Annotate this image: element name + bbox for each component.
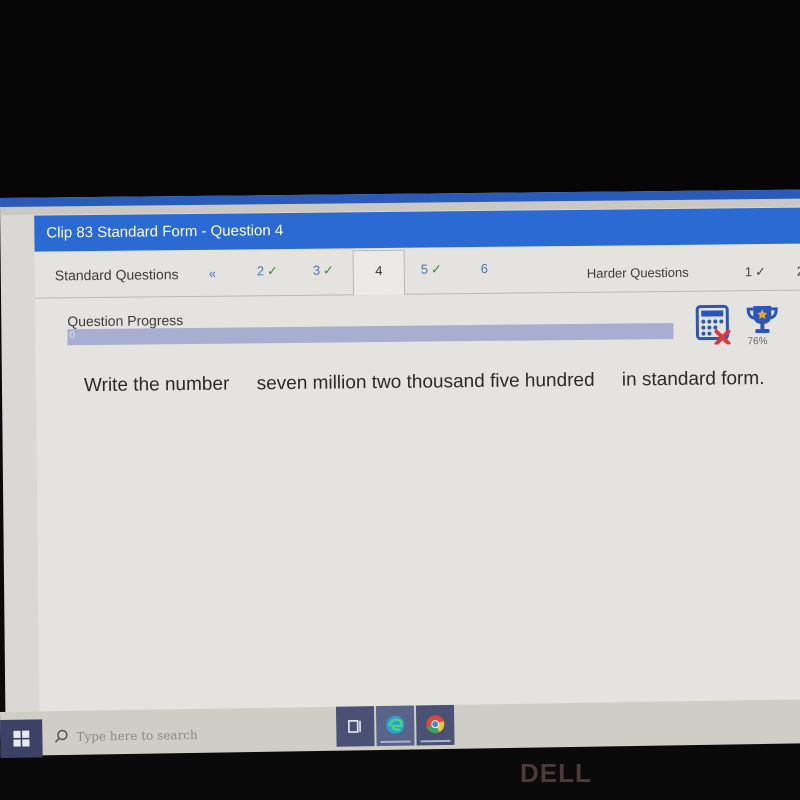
score-percentage: 76% — [747, 335, 768, 348]
active-indicator — [420, 739, 451, 743]
tab-number: 5 — [420, 261, 429, 277]
tab-standard-2[interactable]: 2 ✓ — [257, 263, 278, 279]
tab-number: 2 — [256, 263, 265, 279]
question-tabs: Standard Questions « 2 ✓ 3 ✓ 4 5 ✓ 6 Harder… — [34, 243, 800, 299]
prev-tabs-button[interactable]: « — [209, 266, 216, 281]
question-progress-label: Question Progress — [67, 312, 184, 330]
check-icon: ✓ — [754, 263, 767, 280]
edge-taskbar-button[interactable] — [375, 705, 415, 747]
edge-icon — [386, 715, 405, 734]
task-view-button[interactable] — [335, 706, 375, 747]
search-placeholder: Type here to search — [76, 727, 198, 744]
standard-questions-label: Standard Questions — [54, 266, 179, 284]
chrome-taskbar-button[interactable] — [415, 704, 455, 746]
tab-standard-5[interactable]: 5 ✓ — [421, 261, 442, 277]
dell-logo: DELL — [520, 758, 592, 788]
question-text: Write the number seven million two thous… — [84, 368, 787, 397]
start-button[interactable] — [0, 719, 43, 758]
screen: Clip 83 Standard Form - Question 4 Stand… — [0, 189, 800, 750]
taskbar-search-box[interactable]: Type here to search — [42, 715, 343, 758]
question-prefix: Write the number — [83, 373, 230, 397]
tab-standard-3[interactable]: 3 ✓ — [313, 263, 334, 279]
question-window: Clip 83 Standard Form - Question 4 Stand… — [34, 207, 800, 716]
check-icon: ✓ — [266, 263, 278, 279]
tab-number: 1 — [744, 264, 753, 280]
calculator-disabled-icon[interactable] — [695, 304, 731, 345]
search-icon — [54, 729, 68, 743]
check-icon: ✓ — [322, 262, 334, 278]
tab-number: 4 — [375, 263, 383, 279]
progress-value: 0 — [69, 330, 76, 342]
harder-questions-label: Harder Questions — [586, 264, 689, 281]
tab-harder-1[interactable]: 1 ✓ — [745, 264, 766, 280]
chrome-icon — [426, 715, 445, 734]
tab-standard-4-active[interactable]: 4 — [352, 249, 406, 296]
check-icon: ✓ — [430, 261, 442, 277]
question-number-words: seven million two thousand five hundred — [256, 369, 595, 395]
tab-number: 6 — [480, 260, 489, 276]
tab-number: 3 — [312, 262, 321, 278]
windows-logo-icon — [13, 730, 30, 747]
monitor-bezel-top — [0, 0, 800, 200]
trophy-icon — [746, 305, 778, 334]
active-indicator — [380, 740, 411, 744]
tab-standard-6[interactable]: 6 — [481, 261, 488, 276]
question-suffix: in standard form. — [621, 368, 765, 391]
task-view-icon — [347, 719, 361, 733]
